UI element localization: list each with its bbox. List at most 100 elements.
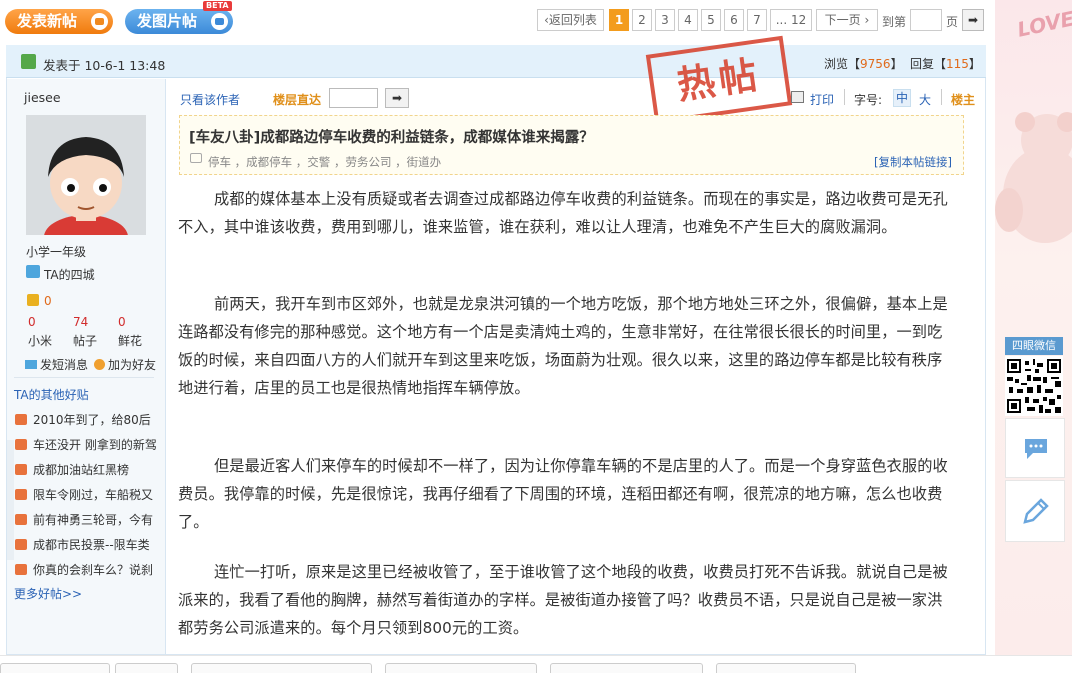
author-city-link[interactable]: TA的四城	[44, 266, 95, 283]
post-paragraph: 但是最近客人们来停车的时候却不一样了，因为让你停靠车辆的不是店里的人了。而是一个…	[178, 457, 948, 531]
plus-icon	[94, 359, 105, 370]
new-post-label: 发表新帖	[17, 12, 78, 30]
arrow-right-icon: ➡	[967, 13, 979, 27]
only-author-link[interactable]: 只看该作者	[180, 91, 240, 108]
post-icon	[15, 539, 27, 550]
floor-jump-input[interactable]	[329, 88, 378, 108]
other-post-item[interactable]: 成都加油站红黑榜	[15, 461, 129, 478]
chat-button[interactable]	[1005, 418, 1065, 478]
print-link[interactable]: 打印	[810, 91, 834, 108]
write-button[interactable]	[1005, 480, 1065, 542]
tag-icon	[190, 153, 202, 163]
post-icon	[15, 414, 27, 425]
replies-end: 】	[968, 57, 981, 71]
goto-page-button[interactable]: ➡	[962, 9, 984, 31]
next-page-button[interactable]: 下一页 ›	[816, 9, 878, 31]
stat-flowers-label: 鲜花	[118, 334, 143, 348]
other-post-item[interactable]: 前有神勇三轮哥，今有	[15, 511, 153, 528]
stat-flowers-value: 0	[118, 315, 126, 329]
page-link-last[interactable]: ... 12	[770, 9, 812, 31]
replies-value: 115	[946, 57, 969, 71]
more-posts-link[interactable]: 更多好帖>>	[14, 585, 82, 602]
post-paragraph: 连忙一打听，原来是这里已经被收管了，至于谁收管了这个地段的收费，收费员打死不告诉…	[178, 563, 948, 637]
floor-label: 楼主	[951, 93, 976, 107]
back-to-list-label: 返回列表	[548, 13, 597, 27]
page-link-6[interactable]: 6	[724, 9, 744, 31]
avatar[interactable]	[26, 115, 146, 235]
divider	[14, 377, 154, 378]
send-message-link[interactable]: 发短消息	[25, 356, 88, 373]
views-value: 9756	[860, 57, 891, 71]
add-friend-label: 加为好友	[108, 358, 157, 372]
other-post-title: 成都加油站红黑榜	[33, 463, 130, 477]
bottom-tab[interactable]	[385, 663, 537, 673]
scroll-track	[7, 440, 14, 560]
goto-page-input[interactable]	[910, 9, 942, 31]
page-link-4[interactable]: 4	[678, 9, 698, 31]
post-paragraph: 前两天，我开车到市区郊外，也就是龙泉洪河镇的一个地方吃饭，那个地方地处三环之外，…	[178, 295, 948, 397]
next-page-label: 下一页	[824, 13, 861, 27]
bottom-tab[interactable]	[716, 663, 856, 673]
font-mid-button[interactable]: 中	[893, 89, 911, 107]
other-post-title: 成都市民投票--限车类	[33, 538, 150, 552]
views-end: 】	[890, 57, 903, 71]
post-icon	[15, 489, 27, 500]
add-friend-link[interactable]: 加为好友	[94, 356, 156, 373]
other-post-item[interactable]: 车还没开 刚拿到的新驾	[15, 436, 157, 453]
page-link-2[interactable]: 2	[632, 9, 652, 31]
bottom-tab[interactable]	[191, 663, 372, 673]
bottom-tab[interactable]	[550, 663, 703, 673]
other-post-item[interactable]: 2010年到了，给80后	[15, 411, 151, 428]
bottom-tab[interactable]	[0, 663, 110, 673]
picture-icon	[211, 13, 228, 30]
page-link-1[interactable]: 1	[609, 9, 629, 31]
post-time: 发表于 10-6-1 13:48	[43, 58, 166, 73]
post-icon	[15, 439, 27, 450]
print-icon	[791, 91, 804, 103]
teddy-bear-icon	[995, 112, 1072, 243]
pencil-icon	[1023, 498, 1049, 524]
avatar-image	[26, 115, 146, 235]
new-picture-post-button[interactable]: 发图片帖	[125, 9, 233, 34]
send-message-label: 发短消息	[40, 358, 89, 372]
post-icon	[15, 564, 27, 575]
font-size-label: 字号:	[854, 93, 883, 107]
other-post-item[interactable]: 你真的会刹车么？说刹	[15, 561, 153, 578]
back-to-list-button[interactable]: ‹返回列表	[537, 9, 604, 31]
floor-jump-button[interactable]: ➡	[385, 88, 409, 108]
page-link-7[interactable]: 7	[747, 9, 767, 31]
arrow-right-icon: ➡	[391, 91, 403, 105]
other-post-item[interactable]: 成都市民投票--限车类	[15, 536, 150, 553]
copy-link-button[interactable]: [复制本帖链接]	[874, 154, 952, 170]
bottom-tab[interactable]	[115, 663, 178, 673]
other-post-title: 前有神勇三轮哥，今有	[33, 513, 154, 527]
goto-label: 到第	[882, 15, 907, 29]
chevron-right-icon: ›	[864, 13, 870, 27]
coin-icon	[27, 294, 39, 306]
divider	[844, 89, 845, 105]
post-icon	[91, 13, 108, 30]
font-big-button[interactable]: 大	[919, 91, 931, 108]
stat-posts-label: 帖子	[73, 334, 98, 348]
post-title: [车友八卦]成都路边停车收费的利益链条，成都媒体谁来揭露？	[189, 130, 594, 146]
reply-count: 回复【115】	[910, 55, 981, 72]
page-link-3[interactable]: 3	[655, 9, 675, 31]
other-post-title: 你真的会刹车么？说刹	[33, 563, 154, 577]
author-name[interactable]: jiesee	[24, 90, 61, 105]
user-online-icon	[21, 54, 36, 69]
chat-bubble-icon	[1025, 439, 1047, 459]
qr-code-icon[interactable]	[1005, 356, 1063, 416]
new-post-button[interactable]: 发表新帖	[5, 9, 113, 34]
replies-label: 回复【	[910, 57, 947, 71]
home-icon	[26, 265, 40, 278]
page-link-5[interactable]: 5	[701, 9, 721, 31]
views-label: 浏览【	[824, 57, 861, 71]
other-post-item[interactable]: 限车令刚过，车船税又	[15, 486, 153, 503]
love-text: LOVE	[1015, 6, 1072, 42]
coin-count: 0	[44, 294, 52, 308]
stat-posts-value: 74	[73, 315, 89, 329]
post-icon	[15, 514, 27, 525]
other-post-title: 车还没开 刚拿到的新驾	[33, 438, 157, 452]
post-tags[interactable]: 停车 ，成都停车 ，交警 ，劳务公司 ，街道办	[208, 154, 441, 170]
other-post-title: 2010年到了，给80后	[33, 413, 151, 427]
